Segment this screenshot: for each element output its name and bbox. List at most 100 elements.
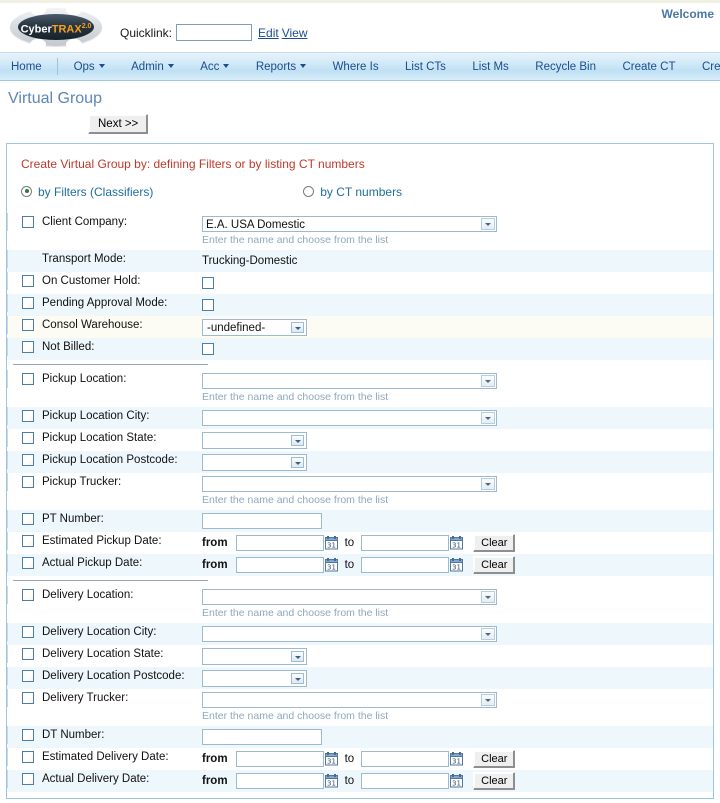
chevron-down-icon[interactable] bbox=[481, 628, 495, 640]
input-estimated-pickup-from[interactable] bbox=[235, 535, 324, 551]
checkbox-not-billed-value[interactable] bbox=[202, 343, 214, 355]
calendar-icon[interactable]: 31 bbox=[450, 752, 464, 766]
clear-button-estimated-pickup[interactable]: Clear bbox=[473, 534, 516, 552]
nav-item-home[interactable]: Home bbox=[0, 54, 53, 80]
clear-button-estimated-delivery[interactable]: Clear bbox=[473, 750, 516, 768]
nav-item-create-m[interactable]: Create M bbox=[691, 54, 720, 80]
from-label: from bbox=[202, 753, 228, 765]
select-consol-warehouse[interactable]: -undefined- bbox=[202, 318, 307, 336]
calendar-icon[interactable]: 31 bbox=[324, 752, 338, 766]
checkbox-pending-approval-value[interactable] bbox=[202, 299, 214, 311]
nav-item-admin[interactable]: Admin bbox=[120, 54, 185, 80]
combo-delivery-location[interactable] bbox=[202, 588, 497, 605]
radio-by-filters[interactable]: by Filters (Classifiers) bbox=[21, 185, 153, 199]
checkbox-pickup-city[interactable] bbox=[22, 410, 34, 422]
combo-pickup-trucker[interactable] bbox=[202, 475, 497, 492]
combo-client-company-value: E.A. USA Domestic bbox=[206, 218, 306, 231]
input-estimated-delivery-from[interactable] bbox=[235, 751, 324, 767]
checkbox-pt-number[interactable] bbox=[22, 513, 34, 525]
radio-by-ct-numbers[interactable]: by CT numbers bbox=[303, 185, 402, 199]
nav-item-list-ms[interactable]: List Ms bbox=[461, 54, 519, 80]
checkbox-on-customer-hold-value[interactable] bbox=[202, 277, 214, 289]
next-button-top[interactable]: Next >> bbox=[88, 114, 149, 134]
chevron-down-icon[interactable] bbox=[481, 217, 495, 230]
checkbox-delivery-postcode[interactable] bbox=[22, 670, 34, 682]
select-pickup-postcode-value bbox=[203, 455, 306, 456]
combo-delivery-trucker[interactable] bbox=[202, 691, 497, 708]
combo-pickup-city[interactable] bbox=[202, 410, 497, 426]
control-cell-actual-pickup-date: from 31 to 31 Clear bbox=[202, 554, 713, 576]
combo-pickup-location[interactable] bbox=[202, 372, 497, 389]
control-cell-delivery-postcode bbox=[202, 667, 713, 689]
select-pickup-postcode[interactable] bbox=[202, 453, 307, 471]
combo-client-company[interactable]: E.A. USA Domestic bbox=[202, 215, 497, 232]
calendar-icon[interactable]: 31 bbox=[450, 774, 464, 788]
calendar-icon[interactable]: 31 bbox=[324, 774, 338, 788]
input-actual-pickup-to[interactable] bbox=[361, 557, 450, 573]
label-cell-client-company: Client Company: bbox=[7, 213, 202, 231]
nav-item-reports[interactable]: Reports bbox=[245, 54, 317, 80]
nav-item-acc[interactable]: Acc bbox=[189, 54, 240, 80]
checkbox-pickup-state[interactable] bbox=[22, 432, 34, 444]
checkbox-estimated-pickup-date[interactable] bbox=[22, 535, 34, 547]
chevron-down-icon[interactable] bbox=[481, 477, 495, 490]
checkbox-actual-pickup-date[interactable] bbox=[22, 557, 34, 569]
nav-item-list-cts[interactable]: List CTs bbox=[394, 54, 457, 80]
row-pt-number: PT Number: bbox=[7, 510, 713, 532]
section-client: Client Company: E.A. USA Domestic Enter … bbox=[7, 213, 713, 360]
checkbox-actual-delivery-date[interactable] bbox=[22, 773, 34, 785]
quicklink-view-link[interactable]: View bbox=[282, 26, 308, 40]
input-actual-delivery-to[interactable] bbox=[361, 773, 450, 789]
input-actual-pickup-from[interactable] bbox=[235, 557, 324, 573]
checkbox-dt-number[interactable] bbox=[22, 729, 34, 741]
checkbox-delivery-state[interactable] bbox=[22, 648, 34, 660]
calendar-icon[interactable]: 31 bbox=[324, 536, 338, 550]
clear-button-actual-delivery[interactable]: Clear bbox=[473, 772, 516, 790]
chevron-down-icon[interactable] bbox=[291, 434, 304, 446]
quicklink-edit-link[interactable]: Edit bbox=[258, 26, 279, 40]
section-separator-delivery bbox=[13, 580, 208, 581]
nav-item-ops[interactable]: Ops bbox=[63, 54, 116, 80]
checkbox-delivery-location[interactable] bbox=[22, 589, 34, 601]
calendar-icon[interactable]: 31 bbox=[450, 536, 464, 550]
checkbox-consol-warehouse-filter[interactable] bbox=[22, 319, 34, 331]
chevron-down-icon[interactable] bbox=[291, 321, 304, 333]
nav-item-recycle-bin[interactable]: Recycle Bin bbox=[524, 54, 607, 80]
checkbox-pickup-location[interactable] bbox=[22, 373, 34, 385]
chevron-down-icon[interactable] bbox=[481, 374, 495, 387]
combo-delivery-city[interactable] bbox=[202, 626, 497, 642]
checkbox-delivery-city[interactable] bbox=[22, 626, 34, 638]
select-delivery-state[interactable] bbox=[202, 647, 307, 665]
clear-button-actual-pickup[interactable]: Clear bbox=[473, 556, 516, 574]
checkbox-pickup-postcode[interactable] bbox=[22, 454, 34, 466]
select-delivery-postcode[interactable] bbox=[202, 669, 307, 687]
checkbox-pickup-trucker[interactable] bbox=[22, 476, 34, 488]
chevron-down-icon[interactable] bbox=[291, 672, 304, 684]
checkbox-on-customer-hold-filter[interactable] bbox=[22, 275, 34, 287]
checkbox-delivery-trucker[interactable] bbox=[22, 692, 34, 704]
input-dt-number[interactable] bbox=[202, 729, 322, 745]
checkbox-pending-approval-filter[interactable] bbox=[22, 297, 34, 309]
input-pt-number[interactable] bbox=[202, 513, 322, 529]
chevron-down-icon[interactable] bbox=[481, 412, 495, 424]
chevron-down-icon[interactable] bbox=[291, 650, 304, 662]
app-logo[interactable]: CyberTRAX2.0 bbox=[10, 4, 102, 50]
svg-text:31: 31 bbox=[452, 780, 461, 788]
input-estimated-delivery-to[interactable] bbox=[361, 751, 450, 767]
calendar-icon[interactable]: 31 bbox=[324, 558, 338, 572]
quicklink-input[interactable] bbox=[176, 24, 253, 41]
radio-ct-label: by CT numbers bbox=[320, 184, 403, 199]
select-pickup-state[interactable] bbox=[202, 431, 307, 449]
checkbox-client-company[interactable] bbox=[22, 216, 34, 228]
input-estimated-pickup-to[interactable] bbox=[361, 535, 450, 551]
nav-item-where-is[interactable]: Where Is bbox=[322, 54, 390, 80]
input-actual-delivery-from[interactable] bbox=[235, 773, 324, 789]
checkbox-not-billed-filter[interactable] bbox=[22, 341, 34, 353]
checkbox-estimated-delivery-date[interactable] bbox=[22, 751, 34, 763]
label-cell-transport-mode: Transport Mode: bbox=[7, 250, 202, 268]
calendar-icon[interactable]: 31 bbox=[450, 558, 464, 572]
chevron-down-icon[interactable] bbox=[481, 693, 495, 706]
chevron-down-icon[interactable] bbox=[291, 456, 304, 468]
nav-item-create-ct[interactable]: Create CT bbox=[611, 54, 686, 80]
chevron-down-icon[interactable] bbox=[481, 590, 495, 603]
